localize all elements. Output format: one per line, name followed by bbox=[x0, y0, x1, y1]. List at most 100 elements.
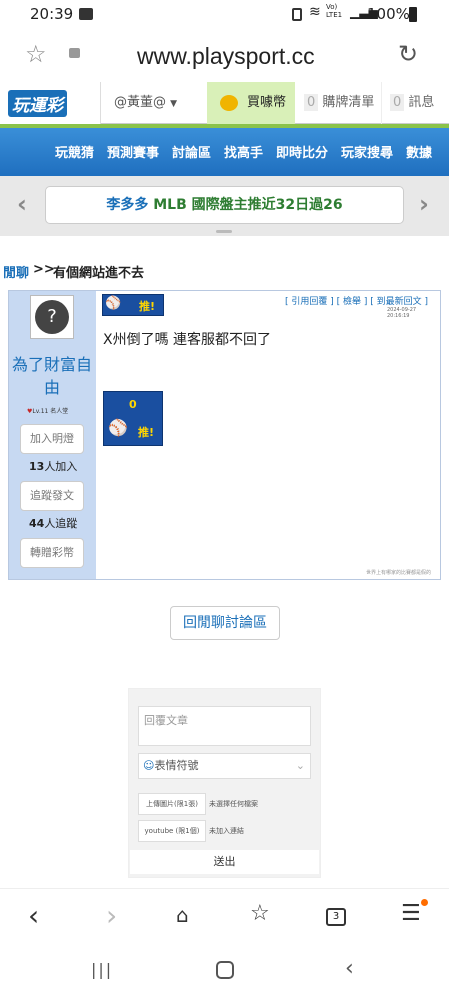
follow-button[interactable]: 加入明燈 bbox=[20, 424, 84, 454]
upload-image-button[interactable]: 上傳圖片(限1張) bbox=[138, 793, 206, 815]
emoji-label: 表情符號 bbox=[154, 759, 199, 772]
latest-reply-link[interactable]: [ 到最新回文 ] bbox=[370, 297, 428, 307]
site-logo-text: 玩運彩 bbox=[8, 90, 67, 117]
push-label: 推! bbox=[139, 300, 156, 313]
reply-form: 回覆文章 ☺表情符號 ⌄ 上傳圖片(限1張) 未選擇任何檔案 youtube (… bbox=[128, 688, 321, 878]
follow-stats: 13人加入 bbox=[29, 458, 77, 474]
bookmark-star-icon[interactable]: ☆ bbox=[25, 40, 47, 68]
home-icon[interactable]: ⌂ bbox=[176, 903, 189, 927]
upload-status: 未選擇任何檔案 bbox=[209, 800, 258, 808]
cart-link[interactable]: 0 購牌清單 bbox=[296, 82, 380, 124]
announcement-text: MLB 國際盤主推近32日過26 bbox=[153, 197, 343, 213]
caret-down-icon: ▼ bbox=[170, 99, 178, 109]
follow-count: 13 bbox=[29, 460, 45, 473]
mascot-icon: ⚾ bbox=[108, 418, 128, 437]
browser-bottom-nav: ‹ › ⌂ ☆ 3 ☰ bbox=[0, 888, 449, 946]
bookmarks-icon[interactable]: ☆ bbox=[250, 901, 270, 926]
battery-icon bbox=[409, 7, 417, 22]
chevron-down-icon: ⌄ bbox=[295, 759, 305, 772]
lock-icon[interactable] bbox=[69, 48, 80, 58]
level-text: Lv.11 名人堂 bbox=[32, 408, 69, 415]
gallery-icon bbox=[79, 8, 93, 20]
post-timestamp: 2024-09-27 20:16:19 bbox=[387, 307, 417, 319]
quote-reply-link[interactable]: [ 引用回覆 ] bbox=[285, 297, 334, 307]
carousel-dots bbox=[216, 230, 232, 233]
recents-icon[interactable]: ||| bbox=[91, 960, 113, 979]
chevron-right-icon[interactable]: › bbox=[419, 190, 429, 218]
report-link[interactable]: [ 檢舉 ] bbox=[337, 297, 368, 307]
lock-status-icon bbox=[292, 8, 302, 21]
emoji-select[interactable]: ☺表情符號 ⌄ bbox=[138, 753, 311, 779]
site-logo[interactable]: 玩運彩 bbox=[0, 82, 100, 124]
menu-icon[interactable]: ☰ bbox=[401, 901, 421, 926]
forward-icon[interactable]: › bbox=[106, 899, 117, 932]
breadcrumb-title: 有個網站進不去 bbox=[53, 266, 145, 281]
post-footer-note: 世界上有哪家的比賽都是假的 bbox=[366, 570, 432, 576]
track-stats: 44人追蹤 bbox=[29, 515, 77, 531]
reload-icon[interactable]: ↻ bbox=[398, 40, 418, 68]
author-name[interactable]: 為了財富自由 bbox=[11, 353, 93, 399]
back-icon[interactable]: ‹ bbox=[28, 899, 39, 932]
message-link[interactable]: 0 訊息 bbox=[381, 82, 449, 124]
avatar[interactable]: ? bbox=[30, 295, 74, 339]
reply-placeholder: 回覆文章 bbox=[144, 714, 188, 727]
breadcrumb-section[interactable]: 閒聊 bbox=[3, 262, 29, 281]
menu-item-stats[interactable]: 數據 bbox=[406, 142, 432, 161]
track-count: 44 bbox=[29, 517, 45, 530]
announcement-box[interactable]: 李多多 MLB 國際盤主推近32日過26 bbox=[45, 186, 404, 224]
post-actions: [ 引用回覆 ] [ 檢舉 ] [ 到最新回文 ] bbox=[285, 294, 428, 307]
buy-coin-label: 買噱幣 bbox=[247, 95, 287, 110]
post-card: ? 為了財富自由 ♥Lv.11 名人堂 加入明燈 13人加入 追蹤發文 44人追… bbox=[8, 290, 441, 580]
youtube-status: 未加入連結 bbox=[209, 827, 244, 835]
system-nav-bar: ||| ‹ bbox=[0, 946, 449, 1000]
user-name: @黃董@ bbox=[114, 95, 167, 110]
gift-button[interactable]: 轉贈彩幣 bbox=[20, 538, 84, 568]
browser-url-bar: ☆ www.playsport.cc ↻ bbox=[0, 30, 449, 82]
push-button-label: 推! bbox=[138, 426, 155, 439]
announcement-carousel: ‹ 李多多 MLB 國際盤主推近32日過26 › bbox=[0, 176, 449, 236]
menu-item-guess[interactable]: 玩競猜 bbox=[55, 142, 94, 161]
status-bar: 20:39 ≋ Vo) LTE1 ▁▃▅ 100% bbox=[0, 0, 449, 30]
mascot-icon: ⚾ bbox=[105, 296, 122, 311]
post-body: X州倒了嗎 連客服都不回了 bbox=[103, 332, 272, 348]
notification-dot bbox=[421, 899, 428, 906]
push-button[interactable]: 0 ⚾ 推! bbox=[103, 391, 163, 446]
tabs-icon[interactable]: 3 bbox=[326, 908, 346, 926]
chevron-left-icon[interactable]: ‹ bbox=[17, 190, 27, 218]
network-label: Vo) LTE1 bbox=[326, 3, 343, 19]
home-button-icon[interactable] bbox=[216, 961, 234, 979]
push-count: 0 bbox=[129, 398, 137, 411]
system-back-icon[interactable]: ‹ bbox=[345, 956, 354, 981]
url-text[interactable]: www.playsport.cc bbox=[137, 43, 315, 70]
push-badge[interactable]: ⚾ 推! bbox=[102, 294, 164, 316]
menu-item-forum[interactable]: 討論區 bbox=[172, 142, 211, 161]
menu-item-experts[interactable]: 找高手 bbox=[224, 142, 263, 161]
menu-item-livescore[interactable]: 即時比分 bbox=[276, 142, 328, 161]
author-panel: ? 為了財富自由 ♥Lv.11 名人堂 加入明燈 13人加入 追蹤發文 44人追… bbox=[9, 291, 96, 579]
buy-coin-button[interactable]: 買噱幣 bbox=[207, 82, 295, 124]
track-button[interactable]: 追蹤發文 bbox=[20, 481, 84, 511]
cart-count: 0 bbox=[304, 94, 319, 111]
menu-item-predict[interactable]: 預測賽事 bbox=[107, 142, 159, 161]
back-to-forum-button[interactable]: 回閒聊討論區 bbox=[170, 606, 280, 640]
site-top-nav: 玩運彩 @黃董@ ▼ 買噱幣 0 購牌清單 0 訊息 bbox=[0, 82, 449, 124]
status-time: 20:39 bbox=[30, 5, 74, 23]
submit-button[interactable]: 送出 bbox=[130, 850, 319, 874]
smiley-icon: ☺ bbox=[143, 759, 155, 772]
track-suffix: 人追蹤 bbox=[44, 517, 78, 530]
breadcrumb-sep: >> bbox=[33, 262, 55, 277]
breadcrumb: 閒聊 >> 有個網站進不去 bbox=[0, 262, 449, 282]
cart-label: 購牌清單 bbox=[322, 95, 375, 110]
main-menu: 玩競猜 預測賽事 討論區 找高手 即時比分 玩家搜尋 數據 bbox=[0, 124, 449, 176]
battery-text: 100% bbox=[367, 5, 410, 23]
level-badge: ♥Lv.11 名人堂 bbox=[27, 406, 68, 415]
youtube-button[interactable]: youtube (限1個) bbox=[138, 820, 206, 842]
user-menu[interactable]: @黃董@ ▼ bbox=[100, 82, 206, 124]
menu-item-search[interactable]: 玩家搜尋 bbox=[341, 142, 393, 161]
announcement-player: 李多多 bbox=[106, 197, 154, 213]
message-label: 訊息 bbox=[408, 95, 435, 110]
message-count: 0 bbox=[390, 94, 405, 111]
reply-textarea[interactable]: 回覆文章 bbox=[138, 706, 311, 746]
coin-icon bbox=[220, 95, 238, 111]
unknown-user-icon: ? bbox=[35, 300, 69, 334]
